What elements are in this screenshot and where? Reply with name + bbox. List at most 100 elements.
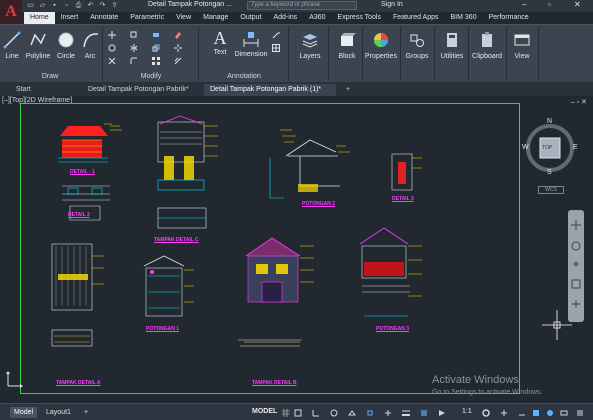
activation-watermark-subtitle: Go to Settings to activate Windows. — [432, 389, 543, 396]
tab-express-tools[interactable]: Express Tools — [332, 12, 387, 24]
mirror-icon[interactable] — [130, 44, 138, 52]
tab-layout1[interactable]: Layout1 — [42, 407, 75, 418]
tab-manage[interactable]: Manage — [197, 12, 234, 24]
isolate-objects-icon[interactable] — [546, 409, 554, 417]
new-icon[interactable]: ▭ — [26, 1, 35, 10]
open-icon[interactable]: ▱ — [38, 1, 47, 10]
maximize-icon[interactable]: ▫ — [548, 0, 551, 9]
properties-button[interactable]: Properties — [364, 31, 398, 60]
compass-east[interactable]: E — [573, 144, 578, 151]
erase-icon[interactable] — [174, 31, 182, 39]
workspace-gear-icon[interactable] — [482, 409, 490, 417]
otrack-icon[interactable] — [384, 409, 392, 417]
undo-icon[interactable]: ↶ — [86, 1, 95, 10]
array-icon[interactable] — [152, 57, 160, 65]
block-button[interactable]: Block — [334, 31, 360, 60]
detail-3-drawing — [391, 153, 422, 191]
annotation-panel-label[interactable]: Annotation — [200, 72, 288, 82]
tab-bim-360[interactable]: BIM 360 — [445, 12, 483, 24]
move-icon[interactable] — [108, 31, 116, 39]
text-button[interactable]: A Text — [210, 29, 230, 56]
compass-south[interactable]: S — [547, 169, 552, 176]
tab-home[interactable]: Home — [24, 12, 55, 24]
leader-icon[interactable] — [272, 31, 280, 39]
tab-model[interactable]: Model — [10, 407, 38, 418]
clipboard-button[interactable]: Clipboard — [470, 31, 504, 60]
dimension-button[interactable]: Dimension — [234, 29, 268, 58]
search-input[interactable]: Type a keyword or phrase — [247, 1, 357, 10]
copy-icon[interactable] — [130, 31, 138, 39]
lineweight-icon[interactable] — [402, 409, 410, 417]
transparency-icon[interactable] — [420, 409, 428, 417]
polyline-icon — [30, 33, 46, 46]
circle-button[interactable]: Circle — [56, 31, 76, 60]
compass-north[interactable]: N — [547, 118, 552, 125]
tab-a360[interactable]: A360 — [303, 12, 331, 24]
viewcube-top-face[interactable]: TOP — [542, 145, 552, 151]
save-as-icon[interactable]: ▫ — [62, 1, 71, 10]
view-button[interactable]: View — [510, 31, 534, 60]
add-layout-button[interactable]: + — [80, 407, 92, 418]
trim-icon[interactable] — [108, 57, 116, 65]
polar-icon[interactable] — [330, 409, 338, 417]
drawing-canvas[interactable]: [–][Top][2D Wireframe] – ▫ ✕ DETAIL - 1 … — [0, 96, 593, 403]
sign-in-button[interactable]: Sign In — [372, 1, 403, 8]
tab-output[interactable]: Output — [234, 12, 267, 24]
scale-icon[interactable] — [152, 44, 160, 52]
wcs-menu[interactable]: WCS — [538, 186, 564, 194]
snap-icon[interactable] — [294, 409, 302, 417]
compass-west[interactable]: W — [522, 144, 529, 151]
polyline-button[interactable]: Polyline — [24, 31, 52, 60]
quick-properties-icon[interactable] — [532, 409, 540, 417]
line-button[interactable]: Line — [3, 31, 21, 60]
units-icon[interactable] — [518, 409, 526, 417]
hardware-acceleration-icon[interactable] — [560, 409, 568, 417]
tab-insert[interactable]: Insert — [55, 12, 85, 24]
drawing-label: TAMPAK DETAIL A — [56, 380, 101, 386]
save-icon[interactable]: ▪ — [50, 1, 59, 10]
viewcube[interactable]: N S W E TOP — [520, 118, 580, 178]
rotate-icon[interactable] — [108, 44, 116, 52]
stretch-icon[interactable] — [152, 31, 160, 39]
annotation-scale[interactable]: 1:1 — [462, 408, 472, 415]
redo-icon[interactable]: ↷ — [98, 1, 107, 10]
customization-menu-icon[interactable] — [576, 409, 584, 417]
offset-icon[interactable] — [174, 57, 182, 65]
fillet-icon[interactable] — [130, 57, 138, 65]
tab-drawing-2[interactable]: Detail Tampak Potongan Pabrik (1)* — [204, 84, 336, 96]
close-icon[interactable]: ✕ — [574, 0, 581, 9]
tab-parametric[interactable]: Parametric — [124, 12, 170, 24]
share-icon[interactable]: ⇪ — [110, 1, 119, 10]
groups-button[interactable]: Groups — [402, 31, 432, 60]
tab-start[interactable]: Start — [10, 84, 80, 96]
layers-button[interactable]: Layers — [296, 31, 324, 60]
circle-icon — [58, 32, 74, 48]
tab-add-ins[interactable]: Add-ins — [267, 12, 303, 24]
utilities-button[interactable]: Utilities — [438, 31, 466, 60]
print-icon[interactable]: ⎙ — [74, 1, 83, 10]
tab-performance[interactable]: Performance — [483, 12, 535, 24]
annotation-monitor-icon[interactable] — [500, 409, 508, 417]
separator — [288, 27, 289, 81]
tab-drawing-1[interactable]: Detail Tampak Potongan Pabrik* — [82, 84, 200, 96]
tab-view[interactable]: View — [170, 12, 197, 24]
ortho-icon[interactable] — [312, 409, 320, 417]
osnap-icon[interactable] — [366, 409, 374, 417]
table-icon[interactable] — [272, 44, 280, 52]
new-tab-button[interactable]: + — [340, 84, 354, 96]
arc-button[interactable]: Arc — [82, 31, 99, 60]
model-space-button[interactable]: MODEL — [252, 408, 277, 415]
modify-panel-label[interactable]: Modify — [104, 72, 198, 82]
grid-icon[interactable] — [282, 409, 290, 417]
explode-icon[interactable] — [174, 44, 182, 52]
selection-cycling-icon[interactable] — [438, 409, 446, 417]
app-menu-button[interactable]: A — [0, 0, 22, 24]
tab-featured-apps[interactable]: Featured Apps — [387, 12, 445, 24]
groups-label: Groups — [405, 53, 429, 60]
minimize-icon[interactable]: – — [522, 0, 526, 9]
navigation-bar[interactable] — [568, 210, 584, 322]
isodraft-icon[interactable] — [348, 409, 356, 417]
cad-drawing — [51, 115, 422, 347]
draw-panel-label[interactable]: Draw — [0, 72, 100, 82]
tab-annotate[interactable]: Annotate — [84, 12, 124, 24]
